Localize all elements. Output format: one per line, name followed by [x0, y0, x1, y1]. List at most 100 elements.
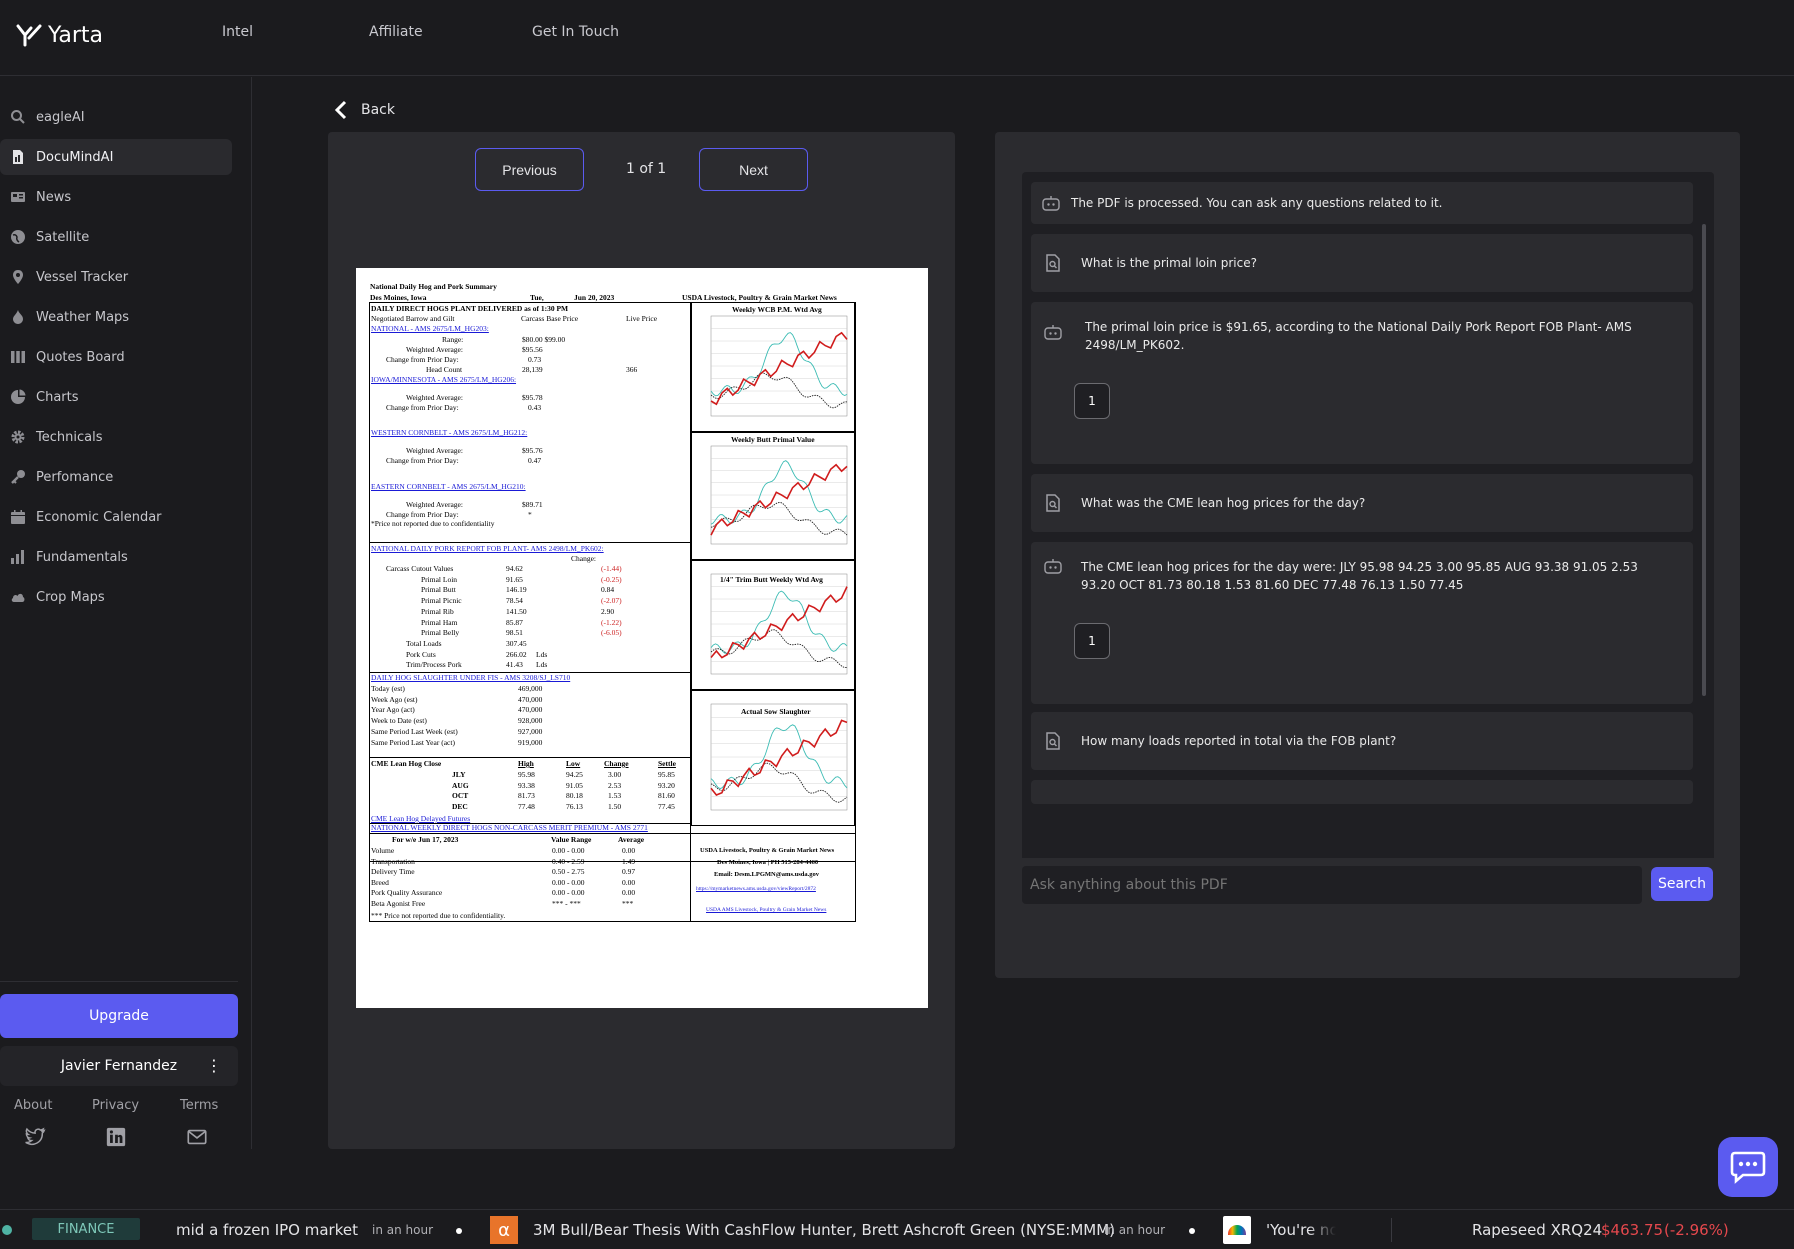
footer-link-about[interactable]: About	[14, 1098, 52, 1113]
nav-get-in-touch[interactable]: Get In Touch	[532, 24, 619, 40]
doc-rule	[369, 921, 856, 922]
sidebar-item-quotes-board[interactable]: Quotes Board	[0, 339, 232, 375]
sidebar-item-economic-calendar[interactable]: Economic Calendar	[0, 499, 232, 535]
page-indicator: 1 of 1	[626, 161, 667, 177]
sidebar-item-charts[interactable]: Charts	[0, 379, 232, 415]
gear-icon	[11, 430, 25, 444]
document-search-icon	[1046, 494, 1060, 512]
mail-icon[interactable]	[186, 1126, 208, 1148]
chat-scrollbar[interactable]	[1702, 224, 1706, 696]
doc-value: 927,000	[518, 726, 543, 736]
ticker-separator	[1189, 1228, 1195, 1234]
ticker-headline[interactable]: 3M Bull/Bear Thesis With CashFlow Hunter…	[533, 1221, 1115, 1239]
ticker-headline[interactable]: mid a frozen IPO market	[176, 1221, 358, 1239]
yarta-logo-icon	[16, 24, 42, 47]
doc-text: Beta Agonist Free	[371, 898, 426, 908]
doc-value: 928,000	[518, 716, 543, 726]
doc-value: 94.25	[566, 770, 583, 779]
doc-value: 0.47	[528, 456, 542, 465]
doc-rule	[690, 862, 691, 922]
nav-intel[interactable]: Intel	[222, 24, 253, 40]
doc-text: Change from Prior Day:	[386, 355, 459, 364]
ticker-category-badge: FINANCE	[32, 1218, 140, 1240]
sidebar-item-label: Economic Calendar	[36, 509, 162, 525]
doc-text: Breed	[371, 877, 389, 887]
sidebar-divider	[0, 981, 238, 982]
sidebar-item-news[interactable]: News	[0, 179, 232, 215]
twitter-icon[interactable]	[24, 1126, 46, 1148]
doc-value: 1.50	[608, 801, 622, 811]
document-search-icon	[1046, 732, 1060, 750]
doc-chart-thumbnail	[691, 432, 855, 560]
ticker-headline[interactable]: 'You're not Go	[1266, 1221, 1336, 1239]
user-menu[interactable]: Javier Fernandez ⋮	[0, 1046, 238, 1086]
previous-page-button[interactable]: Previous	[475, 148, 584, 191]
doc-text: Week Ago (est)	[371, 694, 418, 704]
brand-logo[interactable]: Yarta	[14, 20, 103, 50]
doc-value: 2.90	[601, 606, 615, 616]
ticker-separator	[456, 1228, 462, 1234]
next-page-button[interactable]: Next	[699, 148, 808, 191]
doc-link[interactable]: CME Lean Hog Delayed Futures	[371, 815, 470, 823]
nav-affiliate[interactable]: Affiliate	[369, 24, 423, 40]
footer-link-terms[interactable]: Terms	[180, 1098, 218, 1113]
sidebar-item-crop-maps[interactable]: Crop Maps	[0, 579, 232, 615]
flame-icon	[13, 310, 23, 324]
sidebar-item-weather-maps[interactable]: Weather Maps	[0, 299, 232, 335]
doc-text: Today (est)	[371, 684, 405, 693]
doc-text: Value Range	[551, 835, 592, 844]
doc-link[interactable]: NATIONAL WEEKLY DIRECT HOGS NON-CARCASS …	[371, 824, 648, 832]
back-button[interactable]: Back	[333, 100, 395, 120]
doc-source: USDA Livestock, Poultry & Grain Market N…	[682, 293, 837, 302]
chat-message-user: What was the CME lean hog prices for the…	[1031, 474, 1693, 532]
doc-value: $89.71	[522, 500, 543, 509]
upgrade-button[interactable]: Upgrade	[0, 994, 238, 1038]
doc-rule	[369, 862, 370, 922]
news-icon	[11, 192, 25, 202]
doc-value: 77.45	[658, 801, 675, 811]
sidebar-item-label: eagleAI	[36, 109, 85, 125]
sidebar-item-satellite[interactable]: Satellite	[0, 219, 232, 255]
doc-value: 0.50 - 2.75	[552, 867, 585, 876]
doc-link[interactable]: USDA AMS Livestock, Poultry & Grain Mark…	[706, 907, 826, 914]
doc-text: Delivery Time	[371, 867, 415, 876]
sidebar-item-vessel-tracker[interactable]: Vessel Tracker	[0, 259, 232, 295]
sidebar-item-technicals[interactable]: Technicals	[0, 419, 232, 455]
pdf-page: National Daily Hog and Pork Summary Des …	[356, 268, 928, 1008]
sidebar-item-eagleai[interactable]: eagleAI	[0, 99, 232, 135]
sidebar-item-documindai[interactable]: DocuMindAI	[0, 139, 232, 175]
ask-input[interactable]	[1022, 866, 1642, 904]
search-button[interactable]: Search	[1651, 867, 1713, 901]
back-label: Back	[361, 102, 395, 118]
doc-link[interactable]: DAILY HOG SLAUGHTER UNDER FIS - AMS 3208…	[371, 674, 570, 682]
doc-day: Tue,	[530, 293, 544, 302]
citation-button[interactable]: 1	[1074, 623, 1110, 659]
footer-link-privacy[interactable]: Privacy	[92, 1098, 139, 1113]
quote-name[interactable]: Rapeseed XRQ24	[1472, 1221, 1602, 1239]
doc-contact: Email: Desm.LPGMN@ams.usda.gov	[714, 871, 819, 878]
doc-value: 0.43	[528, 403, 542, 412]
doc-link[interactable]: https://mymarketnews.ams.usda.gov/viewRe…	[696, 886, 816, 893]
citation-button[interactable]: 1	[1074, 383, 1110, 419]
doc-value: 0.00 - 0.00	[552, 877, 585, 887]
doc-value: 85.87	[506, 617, 523, 627]
chat-message-user: What is the primal loin price?	[1031, 234, 1693, 292]
sidebar-item-fundamentals[interactable]: Fundamentals	[0, 539, 232, 575]
doc-link[interactable]: NATIONAL DAILY PORK REPORT FOB PLANT- AM…	[371, 545, 604, 553]
linkedin-icon[interactable]	[105, 1126, 127, 1148]
doc-link[interactable]: IOWA/MINNESOTA - AMS 2675/LM_HG206:	[371, 376, 516, 384]
doc-text: Primal Loin	[421, 574, 458, 584]
more-options-icon[interactable]: ⋮	[206, 1056, 222, 1075]
doc-value: 0.40 - 2.59	[552, 856, 585, 866]
doc-link[interactable]: NATIONAL - AMS 2675/LM_HG203:	[371, 325, 489, 333]
support-chat-button[interactable]	[1718, 1137, 1778, 1197]
sidebar-item-perfomance[interactable]: Perfomance	[0, 459, 232, 495]
doc-chart-thumbnail	[691, 302, 855, 432]
doc-link[interactable]: WESTERN CORNBELT - AMS 2675/LM_HG212:	[371, 429, 527, 437]
doc-text: Settle	[658, 759, 676, 768]
chat-message-bot: The primal loin price is $91.65, accordi…	[1031, 302, 1693, 464]
doc-link[interactable]: EASTERN CORNBELT - AMS 2675/LM_HG210:	[371, 483, 526, 491]
doc-value: 0.00 - 0.00	[552, 888, 585, 897]
doc-value: (-0.25)	[601, 574, 622, 584]
doc-text: Pork Cuts	[406, 649, 436, 659]
